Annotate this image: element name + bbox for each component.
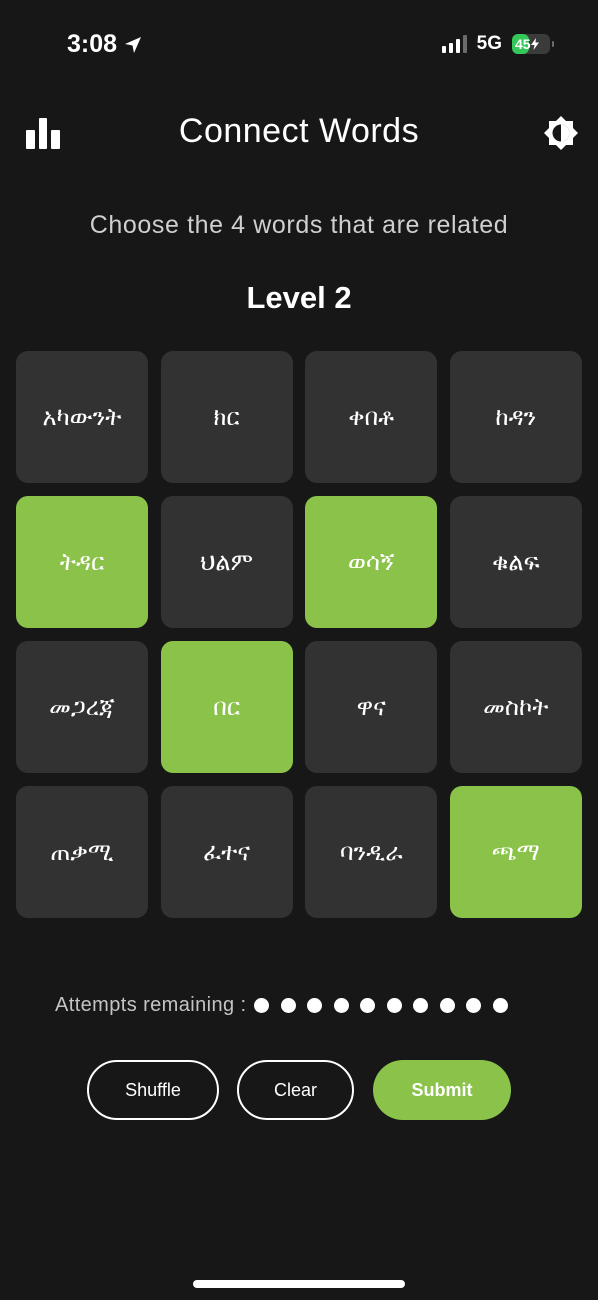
network-type: 5G	[476, 33, 502, 54]
word-tile[interactable]: መስኮት	[449, 641, 582, 773]
location-arrow-icon	[125, 36, 142, 53]
attempt-dot	[280, 998, 296, 1013]
word-tile[interactable]: ዋና	[305, 641, 438, 773]
attempt-dot	[333, 998, 349, 1013]
status-indicators: 5G 45	[441, 33, 554, 55]
word-tile[interactable]: ህልም	[160, 496, 293, 628]
word-tile[interactable]: ቀበቶ	[305, 351, 438, 483]
charging-bolt-icon	[530, 38, 539, 50]
attempts-remaining: Attempts remaining :	[55, 994, 508, 1017]
word-tile[interactable]: ፈተና	[160, 786, 293, 918]
action-buttons: Shuffle Clear Submit	[0, 1060, 598, 1120]
attempt-dot	[254, 998, 270, 1013]
page-title: Connect Words	[178, 112, 420, 150]
shuffle-button[interactable]: Shuffle	[87, 1060, 219, 1120]
battery-percent: 45	[512, 36, 539, 52]
word-tile[interactable]: ወሳኝ	[305, 496, 438, 628]
status-time-text: 3:08	[67, 30, 118, 58]
attempt-dot	[307, 998, 323, 1013]
status-time: 3:08	[67, 30, 143, 59]
attempts-label: Attempts remaining :	[55, 994, 247, 1016]
word-tile[interactable]: አካውንት	[16, 351, 148, 483]
word-tile[interactable]: ጠቃሚ	[16, 786, 148, 918]
battery-icon: 45	[512, 34, 554, 54]
attempt-dot	[439, 998, 455, 1013]
word-tile[interactable]: ትዳር	[16, 496, 148, 628]
submit-button[interactable]: Submit	[373, 1060, 511, 1120]
word-tile[interactable]: ቁልፍ	[449, 496, 582, 628]
cellular-signal-icon	[441, 35, 467, 53]
attempt-dot	[386, 998, 402, 1013]
clear-button[interactable]: Clear	[237, 1060, 354, 1120]
word-tile[interactable]: መጋረጃ	[16, 641, 148, 773]
word-tile[interactable]: ባንዲራ	[305, 786, 438, 918]
theme-toggle-button[interactable]	[543, 115, 579, 151]
level-label: Level 2	[246, 280, 352, 315]
home-indicator[interactable]	[193, 1280, 405, 1288]
attempt-dot	[492, 998, 508, 1013]
attempt-dot	[413, 998, 429, 1013]
word-tile[interactable]: ጫማ	[449, 786, 582, 918]
word-tile[interactable]: ክር	[160, 351, 293, 483]
attempt-dots	[254, 998, 508, 1013]
word-tile[interactable]: በር	[160, 641, 293, 773]
word-tile[interactable]: ከዳን	[449, 351, 582, 483]
attempt-dot	[360, 998, 376, 1013]
attempt-dot	[466, 998, 482, 1013]
instruction-text: Choose the 4 words that are related	[89, 211, 509, 239]
word-grid: አካውንት ክር ቀበቶ ከዳን ትዳር ህልም ወሳኝ ቁልፍ መጋረጃ በር ዋና መስኮት ጠቃሚ…	[16, 351, 582, 918]
brightness-icon	[544, 116, 578, 150]
